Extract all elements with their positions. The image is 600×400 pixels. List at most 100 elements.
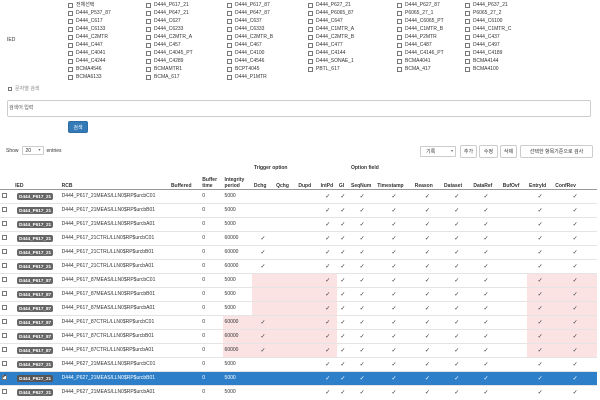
ied-checkbox-item[interactable]: D444_C627: [146, 17, 222, 25]
table-row[interactable]: D444_P617_21 D444_P617_21MEAS/LLN0$RP$urc…: [0, 188, 597, 203]
edit-button[interactable]: 수정: [479, 145, 498, 158]
page-size-select[interactable]: 20 ▾: [21, 146, 44, 155]
col-dchg[interactable]: Dchg: [251, 175, 275, 190]
col-dataset[interactable]: Dataset: [442, 175, 472, 190]
checkbox[interactable]: [146, 42, 151, 48]
row-select-cell[interactable]: [0, 272, 14, 287]
ied-checkbox-item[interactable]: PBTL_617: [308, 65, 384, 73]
checkbox[interactable]: [146, 58, 151, 64]
col-ied[interactable]: IED: [13, 175, 60, 190]
ied-checkbox-item[interactable]: D444_P627_21: [308, 1, 384, 9]
col-dupd[interactable]: Dupd: [296, 175, 319, 190]
row-checkbox[interactable]: [2, 389, 7, 395]
ied-checkbox-item[interactable]: D444_C6065_PT: [397, 17, 473, 25]
checkbox[interactable]: [397, 10, 402, 16]
row-select-cell[interactable]: [0, 258, 14, 273]
ied-checkbox-item[interactable]: D444_C637: [227, 17, 303, 25]
checkbox[interactable]: [308, 18, 313, 24]
checkbox[interactable]: [465, 2, 470, 8]
ied-checkbox-item[interactable]: D444_P1MTR: [227, 73, 303, 81]
checkbox[interactable]: [68, 66, 73, 72]
ied-checkbox-item[interactable]: D444_C437: [465, 33, 541, 41]
checkbox[interactable]: [146, 10, 151, 16]
checkbox[interactable]: [146, 74, 151, 80]
col-seqnum[interactable]: SeqNum: [348, 175, 376, 190]
checkbox[interactable]: [397, 34, 402, 40]
ied-checkbox-item[interactable]: BCMA4041: [397, 57, 473, 65]
row-select-cell[interactable]: [0, 244, 14, 259]
col-gi[interactable]: GI: [336, 175, 349, 190]
ied-checkbox-item[interactable]: P6065_27_1: [397, 9, 473, 17]
checkbox[interactable]: [465, 34, 470, 40]
checkbox[interactable]: [227, 42, 232, 48]
row-checkbox[interactable]: [2, 347, 7, 353]
ied-checkbox-item[interactable]: D444_C617: [68, 17, 144, 25]
row-select-cell[interactable]: [0, 216, 14, 231]
checkbox[interactable]: [465, 66, 470, 72]
ied-checkbox-item[interactable]: D444_C647: [308, 17, 384, 25]
ied-checkbox-item[interactable]: D444_P617_21: [146, 1, 222, 9]
col-buffer-time[interactable]: Buffer time: [200, 175, 223, 190]
row-select-cell[interactable]: [0, 370, 14, 385]
ied-checkbox-item[interactable]: BCMA6133: [68, 73, 144, 81]
checkbox[interactable]: [397, 66, 402, 72]
col-dataref[interactable]: DataRef: [471, 175, 501, 190]
ied-checkbox-item[interactable]: D444_SONAE_1: [308, 57, 384, 65]
ied-checkbox-item[interactable]: D444_C497: [465, 41, 541, 49]
ied-checkbox-item[interactable]: D444_P2MTR: [397, 33, 473, 41]
checkbox[interactable]: [397, 42, 402, 48]
table-row[interactable]: D444_P617_87 D444_P617_87MEAS/LLN0$RP$urc…: [0, 286, 597, 301]
checkbox[interactable]: [227, 10, 232, 16]
col-qchg[interactable]: Qchg: [274, 175, 297, 190]
ied-checkbox-item[interactable]: D444_C2MTR_A: [146, 33, 222, 41]
checkbox[interactable]: [308, 26, 313, 32]
delete-button[interactable]: 삭제: [500, 145, 517, 158]
row-select-cell[interactable]: [0, 230, 14, 245]
checkbox[interactable]: [397, 26, 402, 32]
row-checkbox[interactable]: [2, 235, 7, 241]
ied-checkbox-item[interactable]: D444_P6065_87: [308, 9, 384, 17]
row-checkbox[interactable]: [2, 193, 7, 199]
checkbox[interactable]: [68, 58, 73, 64]
row-checkbox[interactable]: [2, 291, 7, 297]
col-integrity-period[interactable]: Integrity period: [222, 175, 252, 190]
ied-checkbox-item[interactable]: D444_C4100: [227, 49, 303, 57]
ied-checkbox-item[interactable]: D444_P637_21: [465, 1, 541, 9]
ied-checkbox-item[interactable]: D444_C4289: [146, 57, 222, 65]
checkbox[interactable]: [68, 42, 73, 48]
row-select-cell[interactable]: [0, 300, 14, 315]
table-row[interactable]: D444_P617_21 D444_P617_21CTRL/LLN0$RP$urc…: [0, 230, 597, 245]
checkbox[interactable]: [308, 10, 313, 16]
checkbox[interactable]: [465, 58, 470, 64]
checkbox[interactable]: [465, 26, 470, 32]
search-input[interactable]: [7, 100, 591, 117]
row-checkbox[interactable]: [2, 361, 7, 367]
checkbox[interactable]: [227, 18, 232, 24]
col-confrev[interactable]: ConfRev: [553, 175, 597, 190]
checkbox[interactable]: [308, 50, 313, 56]
checkbox[interactable]: [465, 18, 470, 24]
checkbox[interactable]: [68, 74, 73, 80]
checkbox[interactable]: [227, 34, 232, 40]
ied-checkbox-item[interactable]: BCMAMTR1: [146, 65, 222, 73]
ied-checkbox-item[interactable]: BCMA4144: [465, 57, 541, 65]
col-entryid[interactable]: EntryId: [527, 175, 554, 190]
ied-checkbox-item[interactable]: BCMA_617: [146, 73, 222, 81]
ied-checkbox-item[interactable]: D444_P647_87: [227, 9, 303, 17]
checkbox[interactable]: [146, 18, 151, 24]
checkbox[interactable]: [397, 18, 402, 24]
table-row[interactable]: D444_P617_21 D444_P617_21CTRL/LLN0$RP$urc…: [0, 244, 597, 259]
checkbox[interactable]: [227, 50, 232, 56]
row-select-cell[interactable]: [0, 286, 14, 301]
col-buffered[interactable]: Buffered: [168, 175, 201, 190]
ied-checkbox-item[interactable]: D444_C1MTR_B: [397, 25, 473, 33]
table-row[interactable]: D444_P617_21 D444_P617_21CTRL/LLN0$RP$urc…: [0, 258, 597, 273]
ied-checkbox-item[interactable]: BCMA4546: [68, 65, 144, 73]
row-select-cell[interactable]: [0, 342, 14, 357]
col-bufovf[interactable]: BufOvf: [500, 175, 527, 190]
table-row[interactable]: D444_P627_21 D444_P627_21MEAS/LLN0$RP$urc…: [0, 384, 597, 399]
ied-checkbox-item[interactable]: D444_C1MTR_C: [465, 25, 541, 33]
checkbox[interactable]: [68, 26, 73, 32]
add-button[interactable]: 추가: [460, 145, 477, 158]
ied-checkbox-item[interactable]: D444_C4244: [68, 57, 144, 65]
